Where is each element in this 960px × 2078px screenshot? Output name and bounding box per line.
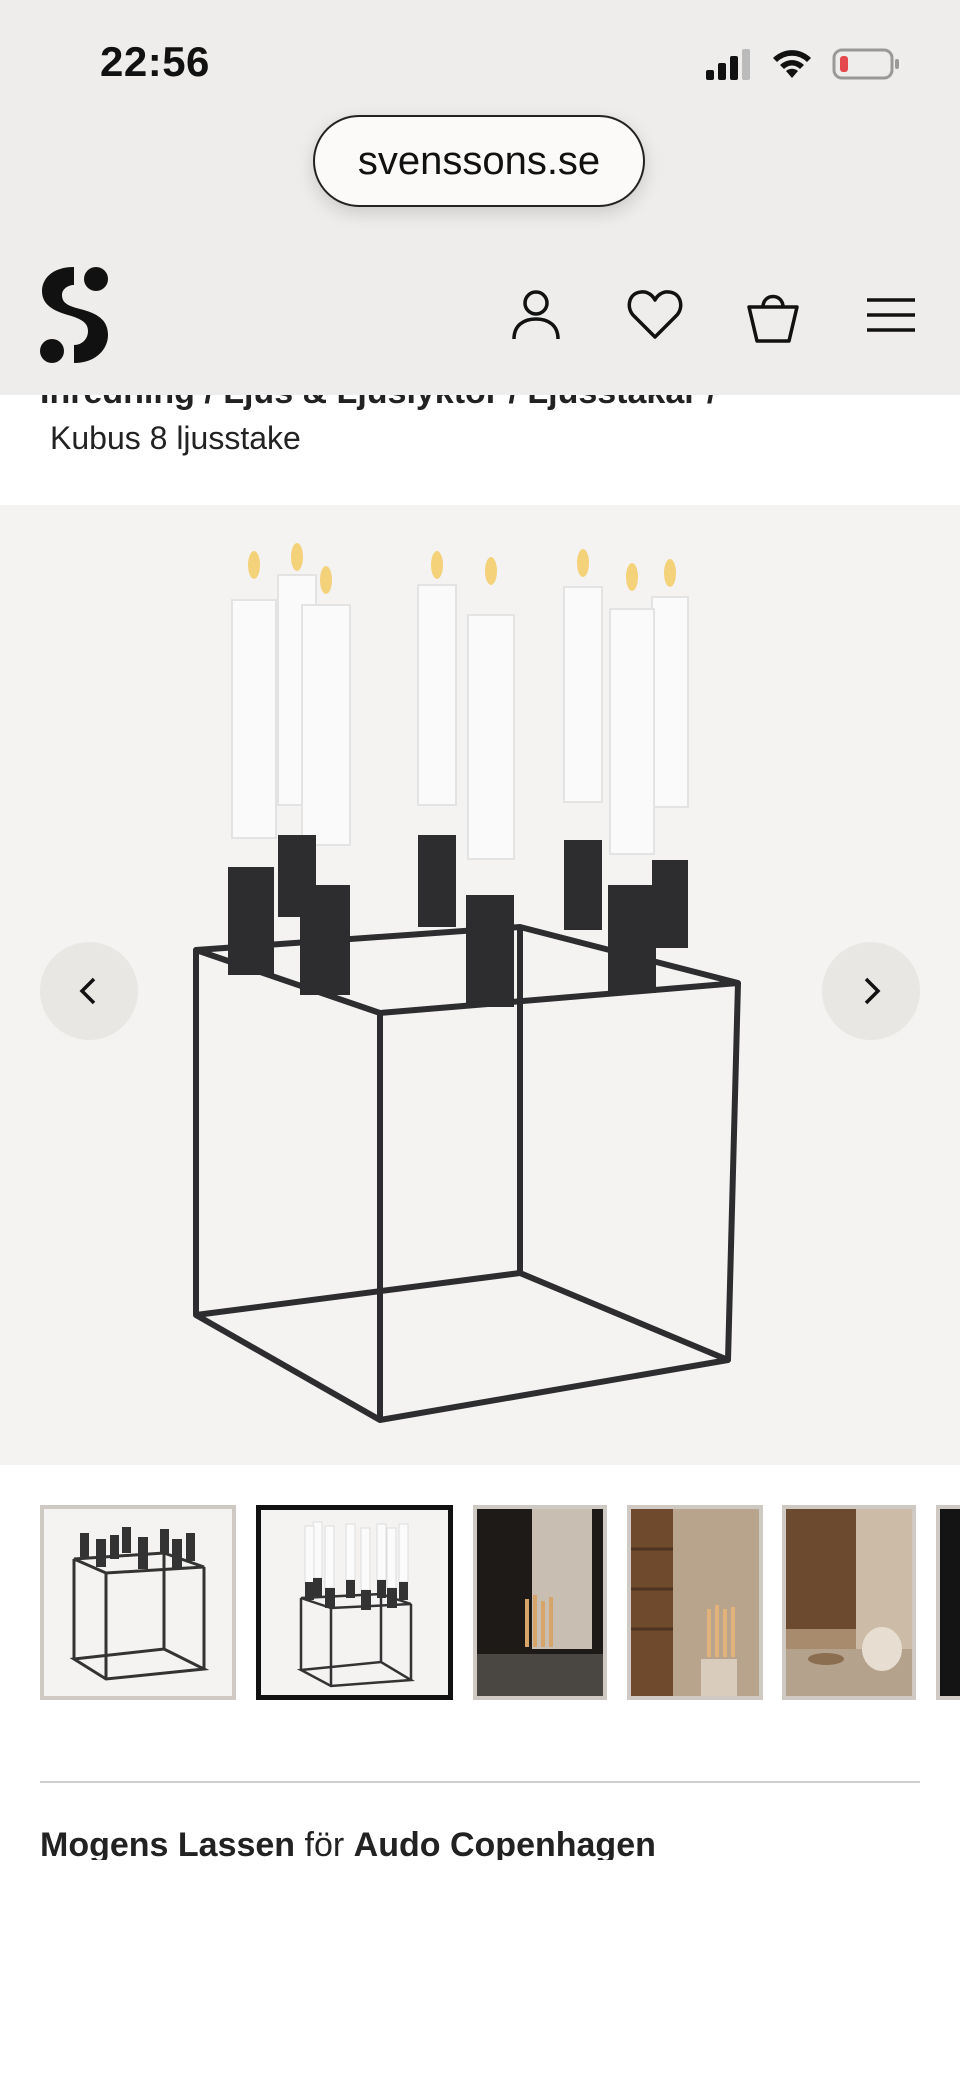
shopping-bag-icon[interactable]	[743, 285, 803, 345]
thumbnail[interactable]	[473, 1505, 607, 1700]
next-image-button[interactable]	[822, 942, 920, 1040]
divider	[40, 1781, 920, 1783]
chevron-left-icon	[79, 977, 96, 1005]
thumbnail-strip	[0, 1505, 960, 1700]
battery-low-icon	[832, 48, 899, 80]
header-area: 22:56 svenssons.se	[0, 0, 960, 395]
previous-image-button[interactable]	[40, 942, 138, 1040]
breadcrumb[interactable]: Inredning / Ljus & Ljuslyktor / Ljusstak…	[40, 395, 940, 411]
thumbnail[interactable]	[936, 1505, 960, 1700]
status-icons	[704, 44, 900, 84]
designer-connector: för	[304, 1826, 345, 1860]
cellular-signal-icon	[706, 49, 750, 80]
product-image[interactable]	[0, 505, 960, 1465]
breadcrumb-current: Kubus 8 ljusstake	[50, 420, 301, 456]
menu-icon[interactable]	[861, 285, 921, 345]
wifi-icon	[773, 50, 811, 78]
svenssons-logo[interactable]	[38, 265, 110, 365]
thumbnail-active[interactable]	[256, 1505, 453, 1700]
thumbnail[interactable]	[782, 1505, 916, 1700]
candle-holder-illustration	[193, 543, 741, 1423]
thumbnail[interactable]	[40, 1505, 236, 1700]
thumbnail[interactable]	[627, 1505, 763, 1700]
breadcrumb-trail[interactable]: Inredning / Ljus & Ljuslyktor / Ljusstak…	[40, 395, 940, 411]
designer-line: Mogens Lassen för Audo Copenhagen	[40, 1826, 940, 1860]
user-icon[interactable]	[506, 285, 566, 345]
designer-name[interactable]: Mogens Lassen	[40, 1826, 295, 1860]
brand-name[interactable]: Audo Copenhagen	[354, 1826, 656, 1860]
status-time: 22:56	[100, 38, 210, 85]
url-bar[interactable]: svenssons.se	[313, 115, 645, 207]
chevron-right-icon	[864, 977, 881, 1005]
heart-icon[interactable]	[625, 285, 685, 345]
